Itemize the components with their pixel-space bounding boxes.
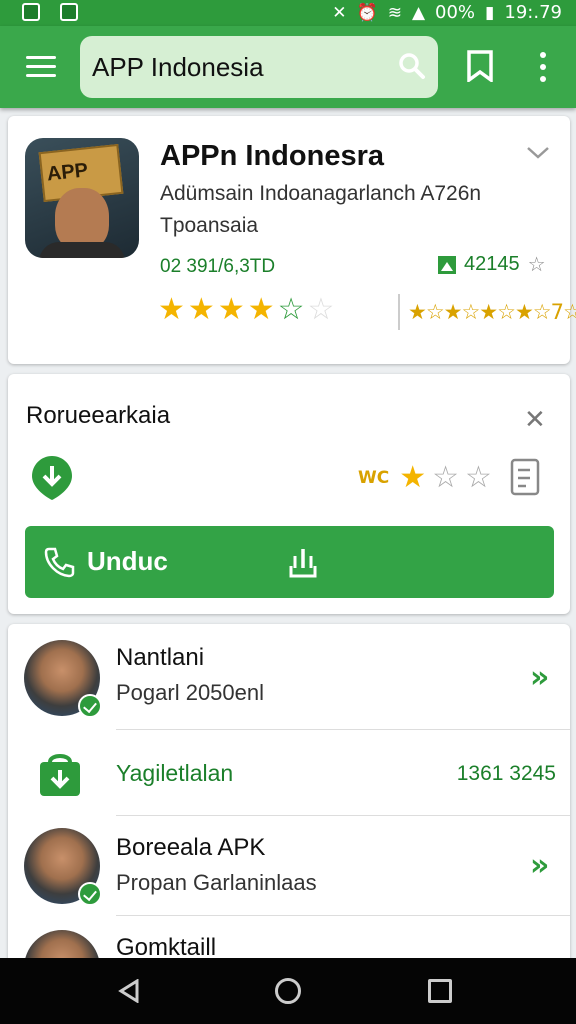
search-box[interactable]: APP Indonesia xyxy=(80,36,438,98)
battery-level: 00% xyxy=(435,2,476,23)
search-icon[interactable] xyxy=(398,52,426,80)
app-developer: Adümsain Indoanagarlanch A726n xyxy=(160,182,482,205)
review-count: 42145 xyxy=(464,253,520,275)
rating-stars: ★ ★ ★ ★ ☆ ☆ xyxy=(158,292,334,327)
rating-prefix: WC xyxy=(358,467,390,488)
wifi-icon: ≋ xyxy=(387,2,402,23)
download-pin-icon[interactable] xyxy=(30,454,74,502)
star-outline-icon: ☆ xyxy=(277,292,305,327)
more-options-icon[interactable] xyxy=(538,52,548,82)
download-icon xyxy=(289,549,317,578)
recent-apps-icon[interactable] xyxy=(428,979,452,1003)
list-item[interactable]: Nantlani Pogarl 2050enl » xyxy=(8,624,570,730)
avatar xyxy=(24,640,102,718)
download-button[interactable]: Unduc xyxy=(25,526,554,598)
clock: 19:.79 xyxy=(504,2,562,23)
star-icon: ★ xyxy=(158,292,185,327)
back-icon[interactable] xyxy=(118,979,140,1003)
list-item[interactable]: Yagiletlalan 1361 3245 xyxy=(8,730,570,816)
download-count: 02 391/6,3TD xyxy=(160,256,276,277)
list-item-title: Yagiletlalan xyxy=(116,760,234,786)
alarm-icon: ⏰ xyxy=(356,2,378,23)
shopping-bag-icon xyxy=(40,754,80,796)
phone-icon xyxy=(44,547,75,578)
app-category: Tpoansaia xyxy=(160,214,259,237)
star-icon: ★ xyxy=(187,292,215,327)
list-item[interactable]: Gomktaill xyxy=(8,916,570,1006)
download-button-label: Unduc xyxy=(87,546,168,576)
star-icon: ★ xyxy=(247,292,275,327)
play-store-icon xyxy=(438,255,456,274)
status-bar: ✕ ⏰ ≋ ▲ 00% ▮ 19:.79 xyxy=(0,0,576,26)
avatar xyxy=(24,828,102,906)
star-icon[interactable]: ★ xyxy=(399,460,426,495)
close-icon[interactable]: ✕ xyxy=(524,404,546,435)
star-empty-icon: ☆ xyxy=(307,292,335,327)
list-item-title: Boreeala APK xyxy=(116,834,266,861)
install-card: Rorueearkaia ✕ WC ★ ☆ ☆ Unduc xyxy=(8,374,570,614)
home-icon[interactable] xyxy=(275,978,301,1004)
verified-badge-icon xyxy=(78,694,102,718)
star-outline-icon[interactable]: ☆ xyxy=(465,460,492,495)
review-summary: 42145 ☆ xyxy=(438,252,546,277)
battery-icon: ▮ xyxy=(485,2,495,23)
verified-badge-icon xyxy=(78,882,102,906)
star-outline-icon: ☆ xyxy=(527,254,546,276)
chevron-down-icon[interactable] xyxy=(526,146,550,160)
signal-icon: ▲ xyxy=(411,2,426,23)
chevron-right-icon[interactable]: » xyxy=(530,660,549,695)
related-list: Nantlani Pogarl 2050enl » Yagiletlalan 1… xyxy=(8,624,570,1006)
list-item-subtitle: Pogarl 2050enl xyxy=(116,680,265,705)
search-input[interactable]: APP Indonesia xyxy=(92,52,264,83)
notification-icon xyxy=(22,3,40,21)
star-icon: ★ xyxy=(217,292,245,327)
document-icon[interactable] xyxy=(508,458,548,498)
divider xyxy=(398,294,400,330)
list-item-subtitle: Propan Garlaninlaas xyxy=(116,870,317,895)
system-nav-bar xyxy=(0,958,576,1024)
app-detail-card: APP APPn Indonesra Adümsain Indoanagarla… xyxy=(8,116,576,364)
bookmark-icon[interactable] xyxy=(466,50,494,82)
star-outline-icon[interactable]: ☆ xyxy=(432,460,459,495)
list-item-count: 1361 3245 xyxy=(456,762,556,785)
app-bar: APP Indonesia xyxy=(0,26,576,108)
menu-icon[interactable] xyxy=(26,56,56,78)
app-icon-box-label: APP xyxy=(45,159,90,186)
rating-breakdown-stars: ★☆★☆★☆★☆7☆ xyxy=(408,300,576,324)
app-title: APPn Indonesra xyxy=(160,140,384,172)
gallery-notification-icon xyxy=(60,3,78,21)
mute-icon: ✕ xyxy=(332,2,347,23)
section-title: Rorueearkaia xyxy=(26,402,171,429)
app-icon[interactable]: APP xyxy=(25,138,139,258)
rating-row: WC ★ ☆ ☆ xyxy=(358,460,492,495)
list-item-title: Nantlani xyxy=(116,644,205,671)
list-item[interactable]: Boreeala APK Propan Garlaninlaas » xyxy=(8,816,570,916)
chevron-right-icon[interactable]: » xyxy=(530,848,549,883)
